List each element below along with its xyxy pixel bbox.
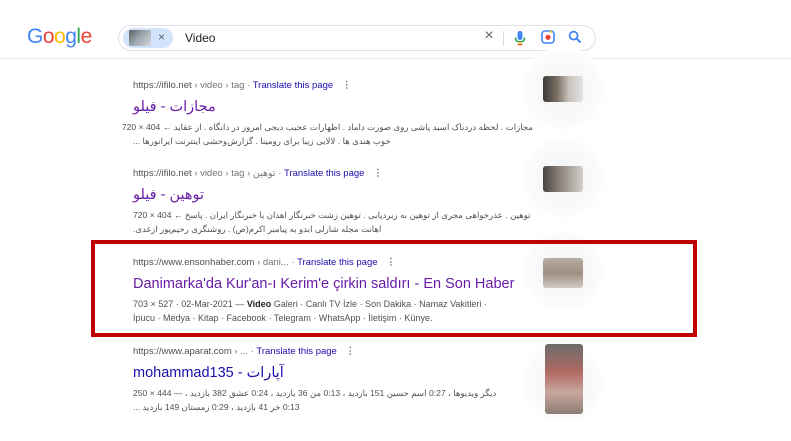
- translate-link[interactable]: Translate this page: [256, 346, 336, 357]
- result-title[interactable]: مجازات - فیلو: [133, 98, 533, 116]
- snippet-line: 0:13 خر 41 بازدید ، 0:29 زمستان 149 بازد…: [133, 402, 300, 412]
- result-thumbnail[interactable]: [543, 166, 583, 192]
- snippet-line: دیگر ویدیوها ، 0:27 اسم حسین 151 بازدید …: [133, 388, 497, 398]
- search-result: https://ifilo.net › video › tag › توهین …: [133, 167, 533, 236]
- result-url[interactable]: https://ifilo.net: [133, 168, 192, 179]
- result-title[interactable]: توهین - فیلو: [133, 186, 533, 204]
- result-snippet: توهین . عذرخواهی مجری از توهین به زیردپا…: [133, 208, 533, 236]
- search-divider: [503, 31, 504, 46]
- clear-icon[interactable]: ×: [481, 28, 497, 44]
- result-thumbnail[interactable]: [545, 344, 583, 414]
- result-url[interactable]: https://ifilo.net: [133, 80, 192, 91]
- logo-letter: e: [80, 25, 93, 48]
- snippet-line: خوب هندی ها . لالایی زیبا برای رومینا . …: [133, 136, 391, 146]
- more-options-icon[interactable]: ⋮: [373, 168, 383, 179]
- snippet-line: مجازات . لحظه دردناک اسید پاشی روی صورت …: [121, 122, 533, 132]
- search-result: https://ifilo.net › video › tag · Transl…: [121, 79, 533, 148]
- more-options-icon[interactable]: ⋮: [342, 80, 352, 91]
- microphone-icon[interactable]: [512, 30, 528, 50]
- image-query-chip[interactable]: ×: [123, 28, 173, 48]
- result-url-line[interactable]: https://ifilo.net › video › tag › توهین …: [133, 167, 533, 181]
- highlight-annotation-box: [91, 240, 697, 337]
- url-separator: ·: [250, 346, 254, 357]
- result-url[interactable]: https://www.aparat.com: [133, 346, 232, 357]
- logo-letter: g: [65, 25, 77, 48]
- result-snippet: دیگر ویدیوها ، 0:27 اسم حسین 151 بازدید …: [133, 386, 533, 414]
- result-path: › video › tag: [194, 80, 245, 91]
- snippet-line: اهانت مجله شارلی ابدو به پیامبر اکرم(ص) …: [133, 224, 382, 234]
- result-url-line[interactable]: https://ifilo.net › video › tag · Transl…: [133, 79, 533, 93]
- result-thumbnail[interactable]: [543, 76, 583, 102]
- magnifier-icon[interactable]: [567, 30, 583, 48]
- more-options-icon[interactable]: ⋮: [345, 346, 355, 357]
- result-snippet: مجازات . لحظه دردناک اسید پاشی روی صورت …: [121, 120, 533, 148]
- snippet-line: توهین . عذرخواهی مجری از توهین به زیردپا…: [133, 210, 531, 220]
- query-image-thumbnail: [129, 30, 151, 46]
- google-logo[interactable]: Google: [27, 25, 92, 49]
- result-path: › ...: [234, 346, 249, 357]
- result-url-line[interactable]: https://www.aparat.com › ... · Translate…: [133, 345, 533, 359]
- logo-letter: o: [42, 25, 55, 48]
- logo-letter: G: [27, 25, 43, 48]
- search-box[interactable]: × Video ×: [118, 25, 596, 51]
- chip-close-icon[interactable]: ×: [158, 30, 165, 44]
- result-title[interactable]: آپارات - mohammad135: [133, 364, 533, 382]
- translate-link[interactable]: Translate this page: [284, 168, 364, 179]
- result-path: › video › tag › توهین: [194, 168, 276, 179]
- translate-link[interactable]: Translate this page: [253, 80, 333, 91]
- logo-letter: o: [54, 25, 66, 48]
- search-input[interactable]: Video: [185, 31, 215, 45]
- url-separator: ·: [278, 168, 282, 179]
- camera-lens-icon[interactable]: [540, 30, 556, 48]
- search-header: Google × Video ×: [0, 0, 791, 59]
- search-result: https://www.aparat.com › ... · Translate…: [133, 345, 533, 414]
- url-separator: ·: [247, 80, 251, 91]
